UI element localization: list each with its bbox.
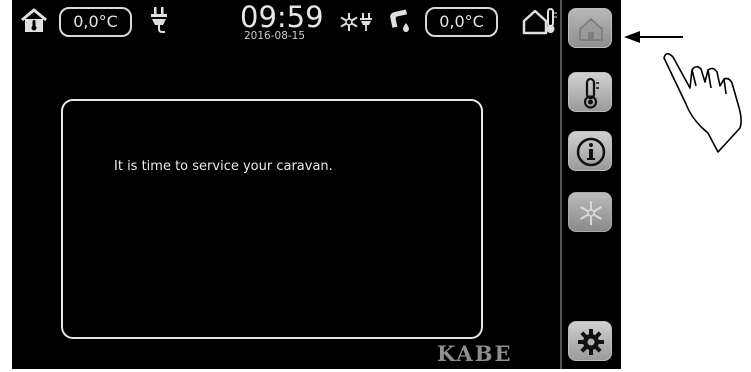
home-icon	[579, 17, 603, 41]
indoor-thermometer-icon	[21, 8, 47, 32]
message-dialog: It is time to service your caravan.	[61, 99, 483, 339]
water-tap-icon	[390, 9, 409, 32]
temperature-button[interactable]	[568, 72, 612, 112]
frost-protection-button[interactable]	[568, 192, 612, 232]
thermometer-icon	[583, 77, 599, 109]
home-button[interactable]	[568, 8, 612, 48]
status-bar: 0,0°C 09:59 2016-08-15 0,0°C	[12, 0, 560, 42]
pointer-arrow-icon	[624, 31, 683, 43]
message-text: It is time to service your caravan.	[114, 159, 333, 174]
pointing-hand-icon	[663, 52, 742, 153]
outdoor-temperature-readout: 0,0°C	[425, 7, 498, 37]
sidebar	[560, 0, 621, 369]
indoor-temperature-readout: 0,0°C	[59, 7, 132, 37]
power-plug-icon	[151, 7, 167, 33]
touch-panel: 0,0°C 09:59 2016-08-15 0,0°C It is time …	[12, 0, 560, 369]
snowflake-icon	[580, 201, 602, 225]
info-button[interactable]	[568, 131, 612, 171]
instruction-overlay	[624, 31, 742, 153]
outdoor-thermometer-icon	[522, 8, 557, 35]
date: 2016-08-15	[244, 30, 306, 42]
brand-logo: KABE	[437, 341, 513, 366]
info-icon	[576, 137, 606, 167]
frost-guard-plug-icon	[340, 13, 372, 31]
gear-icon	[578, 329, 604, 355]
clock: 09:59	[240, 0, 324, 34]
settings-button[interactable]	[568, 321, 612, 361]
